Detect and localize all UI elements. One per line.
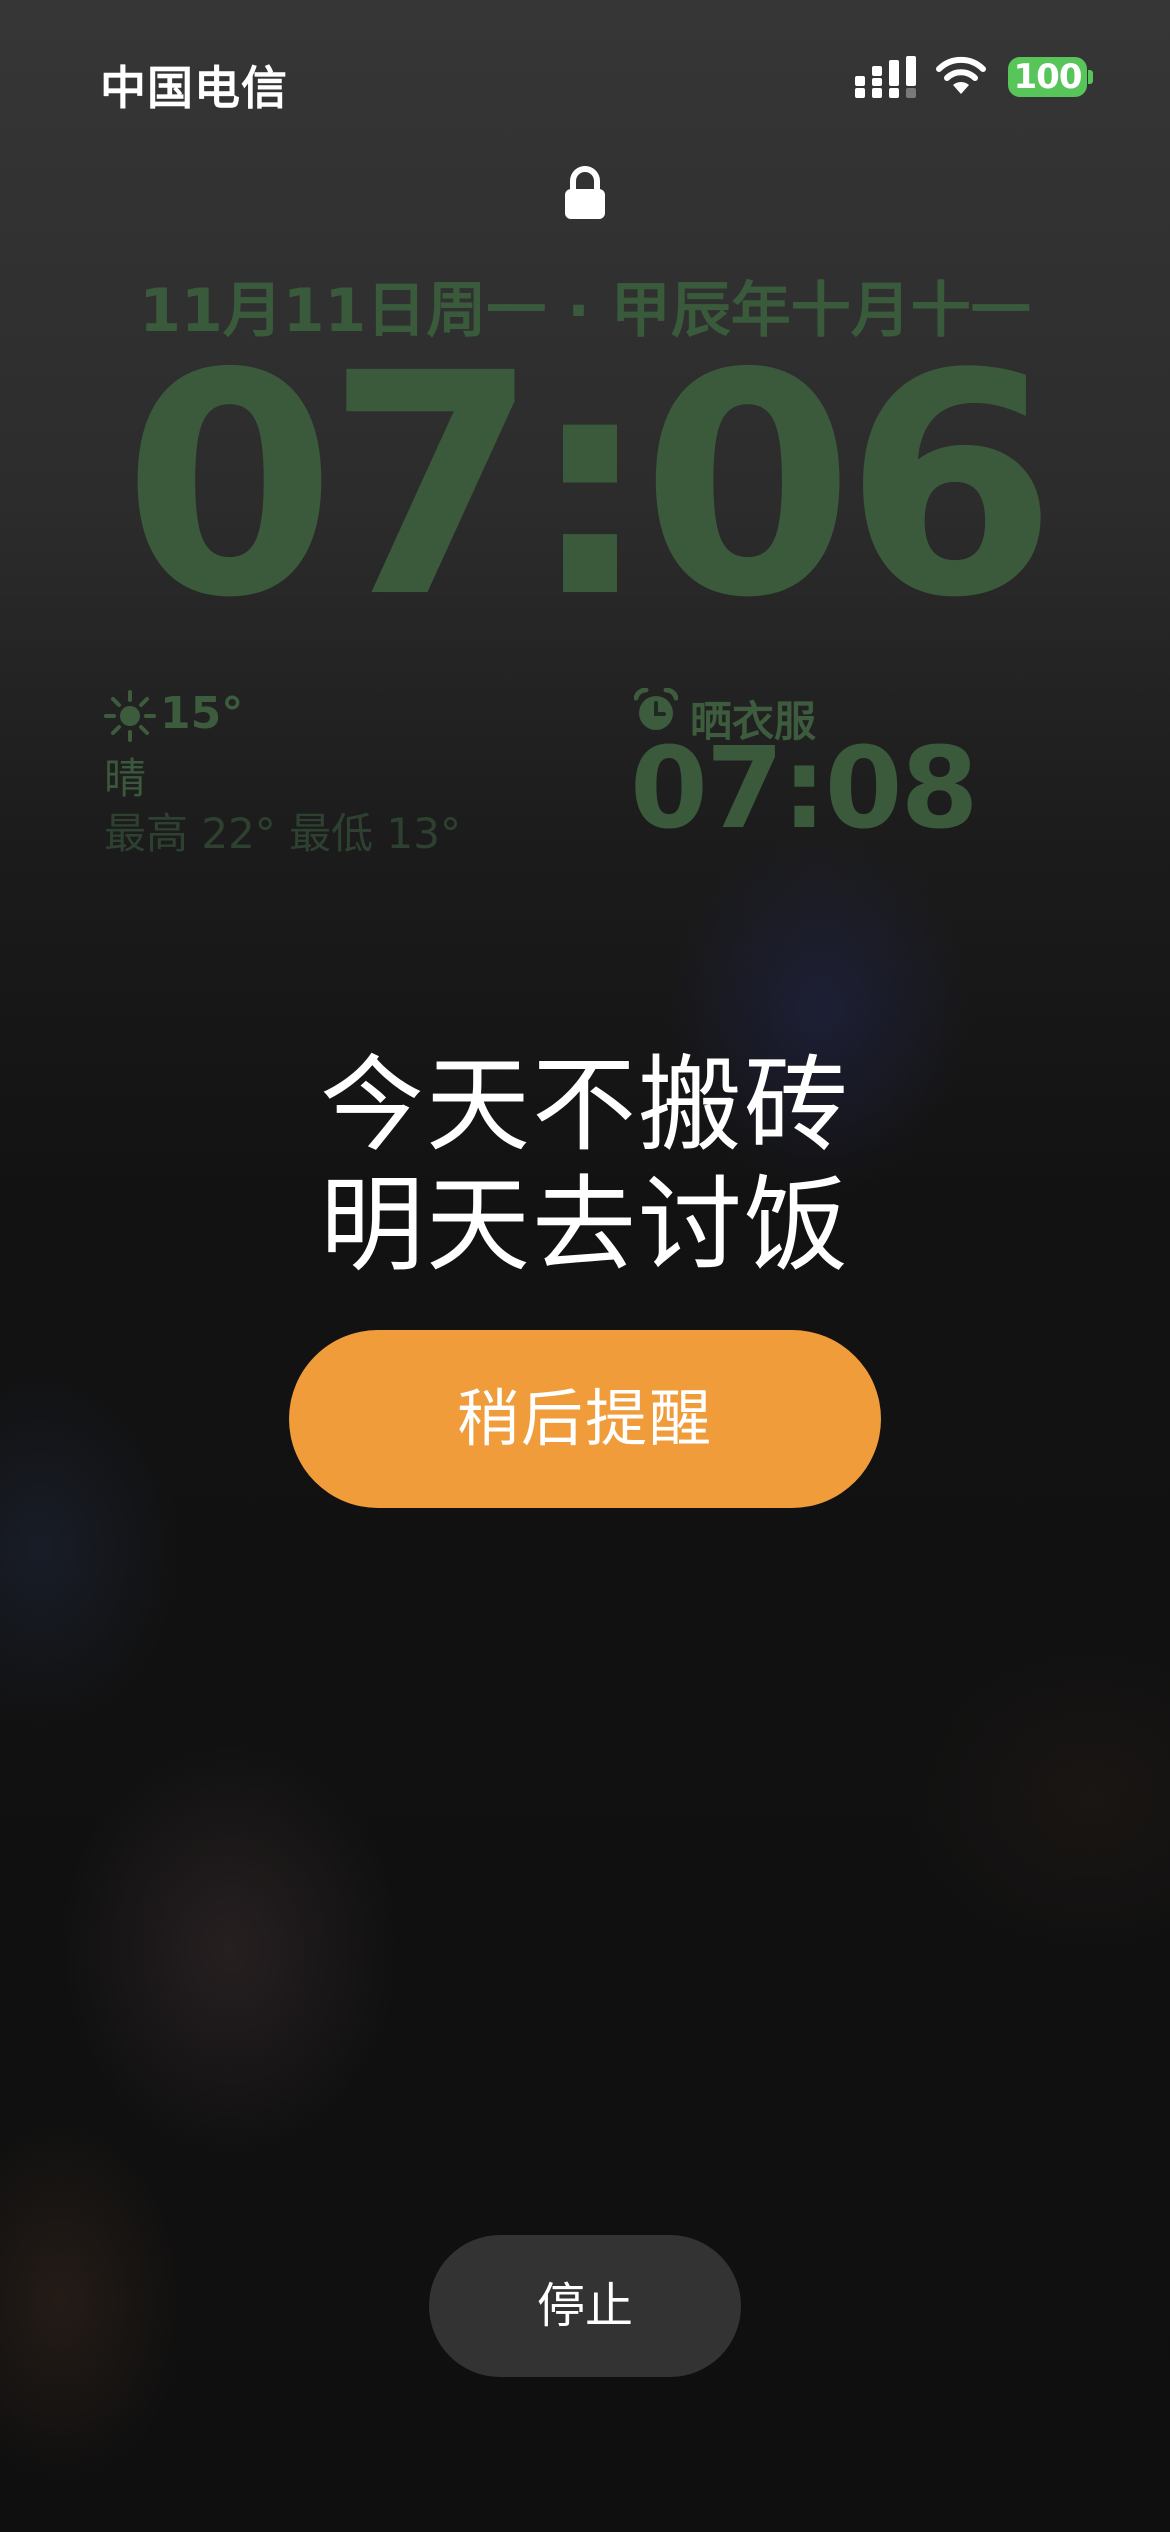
carrier-name: 中国电信	[100, 61, 288, 115]
weather-range: 最高 22° 最低 13°	[104, 809, 461, 858]
weather-temperature: 15°	[160, 688, 244, 739]
alarm-message-line2: 明天去讨饭	[319, 1164, 850, 1286]
battery-indicator: 100	[1008, 57, 1087, 97]
battery-tip	[1088, 70, 1093, 84]
sun-icon	[104, 690, 156, 742]
lock-icon	[565, 166, 605, 219]
wifi-icon	[936, 56, 986, 94]
lock-screen-time: 07:06	[122, 309, 1057, 665]
weather-condition: 晴	[104, 754, 147, 803]
alarm-time: 07:08	[630, 724, 979, 854]
snooze-button[interactable]: 稍后提醒	[289, 1330, 881, 1508]
stop-button[interactable]: 停止	[429, 2235, 741, 2377]
cellular-signal-icon	[855, 56, 916, 98]
